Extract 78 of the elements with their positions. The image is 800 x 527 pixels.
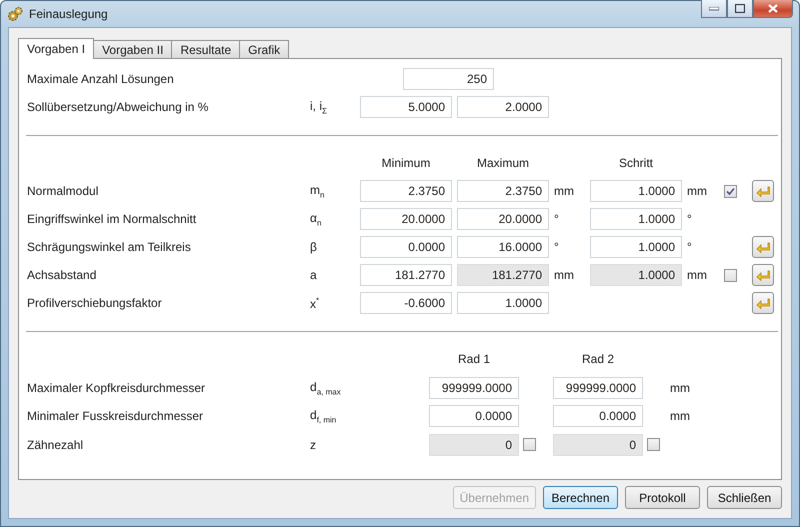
tab[interactable]: Vorgaben I [18,38,94,59]
field-label: Schrägungswinkel am Teilkreis [27,240,192,254]
window-title: Feinauslegung [29,7,109,21]
tab[interactable]: Vorgaben II [93,40,172,59]
field-label: Sollübersetzung/Abweichung in % [27,100,210,114]
number-field[interactable]: 1.0000 [457,292,549,314]
unit-label: mm [686,268,707,282]
unit-label: mm [553,184,574,198]
number-field[interactable]: 1.0000 [590,236,682,258]
number-field[interactable]: 0.0000 [429,405,519,428]
close-icon [768,4,778,13]
field-label: Profilverschiebungsfaktor [27,296,163,310]
field-label: Maximaler Kopfkreisdurchmesser [27,380,206,395]
unit-label: ° [686,240,692,254]
number-field[interactable]: 20.0000 [360,208,452,230]
dialog-button[interactable]: Berechnen [543,486,618,509]
unit-label: ° [553,240,559,254]
field-label: Zähnezahl [27,438,84,452]
column-header: Rad 2 [580,352,616,366]
symbol: β [310,240,318,254]
number-field[interactable]: 250 [403,68,494,90]
symbol: a [310,268,318,282]
symbol: d$_{f, min}$ [310,408,338,424]
field-label: Eingriffswinkel im Normalschnitt [27,212,198,226]
number-field[interactable]: 999999.0000 [429,376,519,399]
apply-button[interactable] [752,236,774,258]
number-field[interactable]: 2.3750 [360,180,452,202]
close-button[interactable] [753,0,793,18]
dialog-button[interactable]: Protokoll [625,486,700,509]
unit-label: mm [553,268,574,282]
minimize-button[interactable] [701,0,727,18]
symbol: m$_{n}$ [310,182,326,200]
field-label: Minimaler Fusskreisdurchmesser [27,409,204,424]
number-field[interactable]: 0.0000 [360,236,452,258]
unit-label: mm [669,380,690,395]
symbol: x$^{*}$ [310,296,320,310]
unit-label: mm [669,409,690,424]
symbol: α$_{n}$ [310,210,322,228]
maximize-button[interactable] [727,0,753,18]
checkbox[interactable] [724,184,737,198]
apply-button[interactable] [752,292,774,314]
return-arrow-icon [756,270,770,280]
return-arrow-icon [756,298,770,308]
number-field[interactable]: 2.3750 [457,180,549,202]
number-field[interactable]: 999999.0000 [553,376,643,399]
return-arrow-icon [756,186,770,196]
field-label: Achsabstand [27,268,98,282]
unit-label: ° [686,212,692,226]
symbol: z [310,438,317,452]
apply-button[interactable] [752,180,774,202]
column-header: Schritt [618,156,654,170]
column-header: Minimum [380,156,432,170]
number-field[interactable]: 1.0000 [590,180,682,202]
unit-label: mm [686,184,707,198]
maximize-icon [735,4,745,13]
dialog-button[interactable]: Schließen [707,486,782,509]
number-field[interactable]: -0.6000 [360,292,452,314]
unit-label: ° [553,212,559,226]
number-field[interactable]: 0.0000 [553,405,643,428]
apply-button[interactable] [752,264,774,286]
field-label: Normalmodul [27,184,100,198]
gears-icon [7,6,23,22]
number-field[interactable]: 181.2770 [360,264,452,286]
column-header: Rad 1 [456,352,492,366]
field-label: Maximale Anzahl Lösungen [27,72,175,86]
number-field[interactable]: 16.0000 [457,236,549,258]
number-field[interactable]: 1.0000 [590,208,682,230]
checkbox[interactable] [724,268,737,282]
number-field[interactable]: 20.0000 [457,208,549,230]
number-field[interactable]: 5.0000 [360,96,452,118]
symbol: d$_{a, max}$ [310,380,342,396]
tab[interactable]: Grafik [239,40,290,59]
minimize-icon [709,6,719,10]
number-field[interactable]: 2.0000 [457,96,549,118]
return-arrow-icon [756,242,770,252]
tab[interactable]: Resultate [171,40,240,59]
symbol: i, i$_{Σ}$ [310,98,328,116]
column-header: Maximum [476,156,530,170]
